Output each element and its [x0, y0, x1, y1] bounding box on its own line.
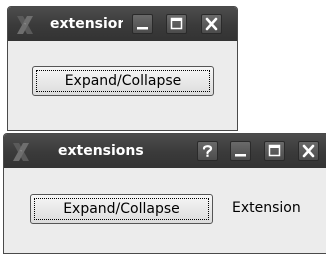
expand-collapse-label: Expand/Collapse — [64, 73, 182, 89]
window-title: extensions — [58, 143, 144, 159]
dialog-window-collapsed: extensions Expand/Collapse — [7, 6, 238, 131]
maximize-icon — [170, 17, 183, 30]
x-logo-icon — [10, 141, 32, 163]
expand-collapse-button[interactable]: Expand/Collapse — [30, 194, 213, 224]
minimize-icon — [235, 154, 246, 157]
minimize-button[interactable] — [230, 141, 251, 161]
expand-collapse-button[interactable]: Expand/Collapse — [32, 66, 214, 96]
title-bar[interactable]: extensions — [8, 7, 237, 41]
screenshot-canvas: extensions Expand/Collapse — [0, 0, 326, 254]
expand-collapse-label: Expand/Collapse — [63, 201, 180, 217]
window-title: extensions — [50, 16, 123, 32]
maximize-button[interactable] — [166, 14, 187, 34]
close-icon — [205, 17, 218, 31]
question-mark-icon — [202, 145, 213, 157]
maximize-button[interactable] — [264, 141, 285, 161]
close-icon — [302, 144, 315, 158]
dialog-body: Expand/Collapse Extension — [4, 168, 326, 253]
minimize-button[interactable] — [132, 14, 153, 34]
maximize-icon — [268, 144, 281, 157]
close-button[interactable] — [298, 141, 319, 161]
extension-label: Extension — [232, 200, 301, 216]
close-button[interactable] — [201, 14, 222, 34]
x-logo-icon — [14, 14, 36, 36]
title-bar[interactable]: extensions — [4, 134, 326, 168]
minimize-icon — [137, 27, 148, 30]
dialog-window-expanded: extensions Expand/Collapse Extension — [3, 133, 326, 254]
dialog-body: Expand/Collapse — [8, 41, 237, 130]
help-button[interactable] — [197, 141, 218, 161]
